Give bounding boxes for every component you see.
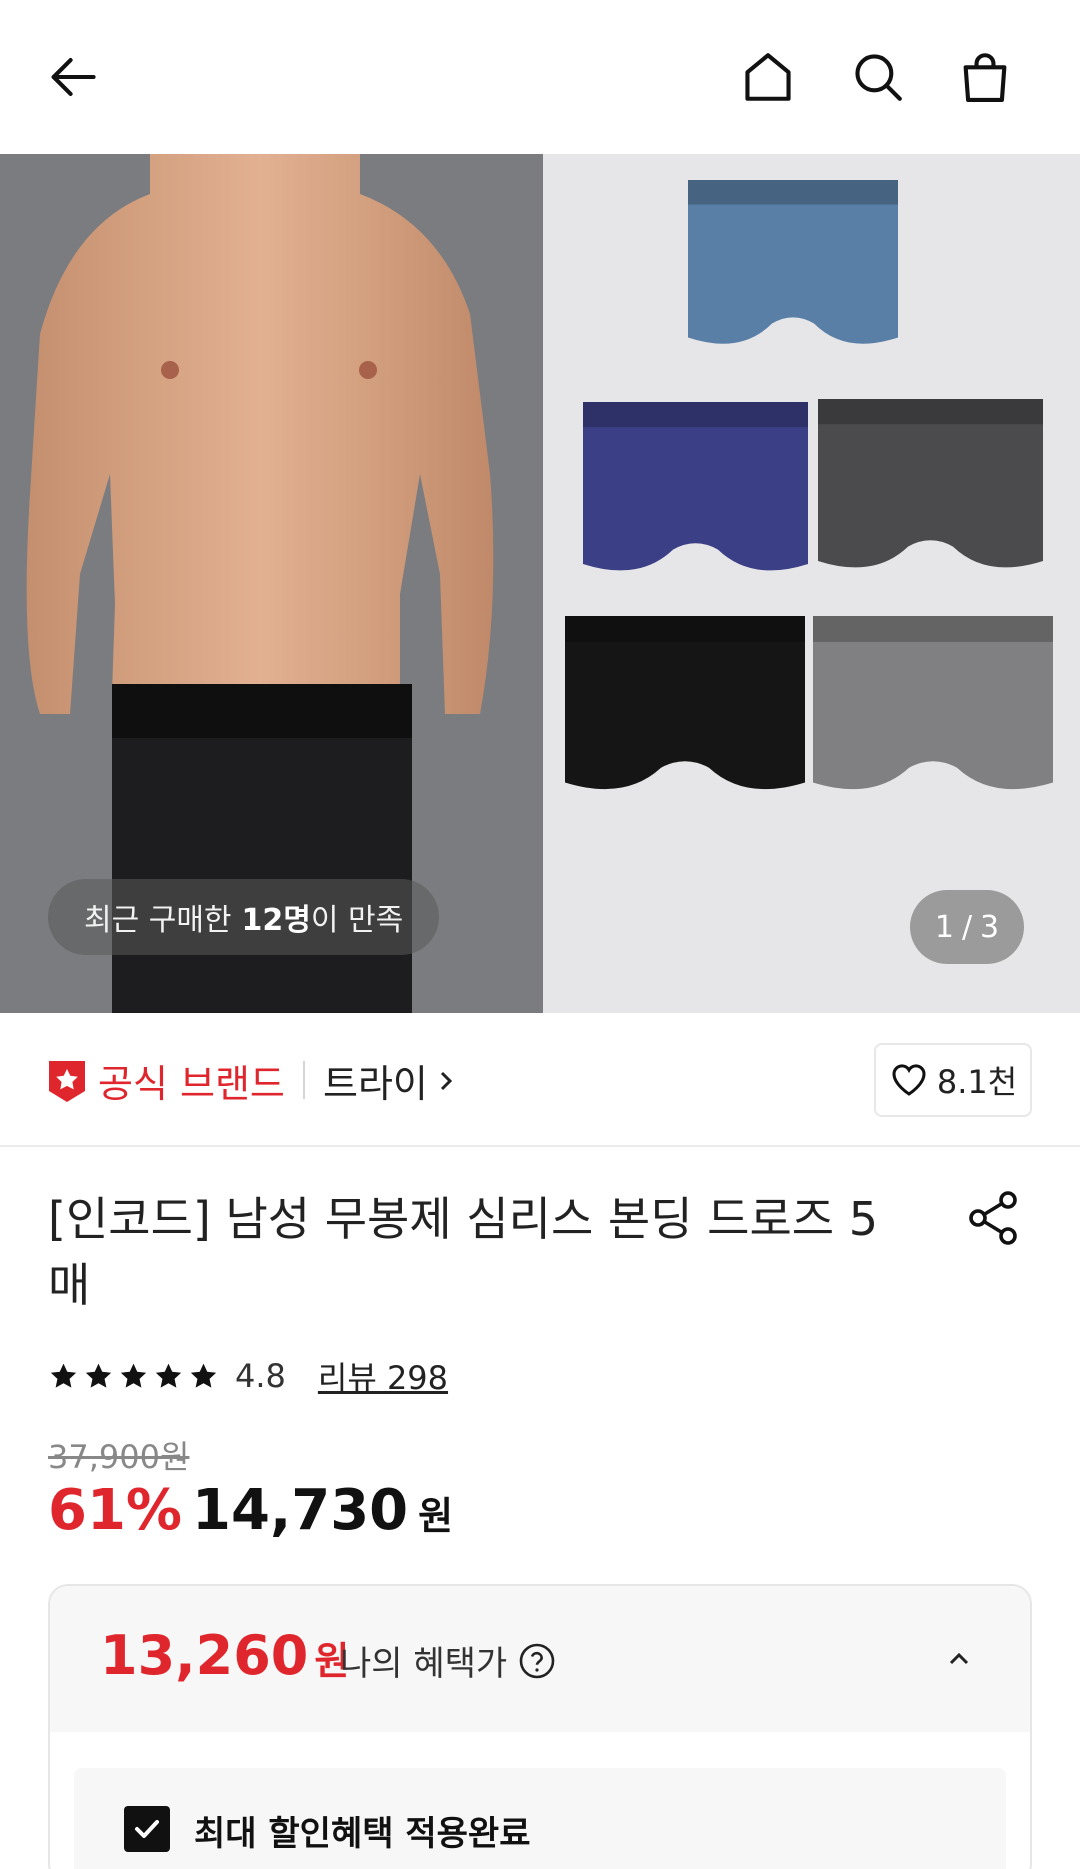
review-link[interactable]: 리뷰 298 [318,1353,448,1399]
like-button[interactable]: 8.1천 [874,1043,1032,1117]
brief-item [565,616,805,790]
benefit-header[interactable]: 13,260 원 나의 혜택가 [50,1586,1030,1732]
chevron-up-icon[interactable] [944,1644,974,1674]
star-icon [50,1363,77,1388]
brand-link[interactable]: 트라이 [323,1053,456,1108]
brief-item [583,402,808,571]
search-button[interactable] [843,42,913,112]
benefit-price: 13,260 원 [100,1624,349,1687]
rating-row: 4.8 리뷰 298 [48,1353,448,1399]
arrow-left-icon [51,58,96,96]
heart-icon [892,1064,926,1096]
cart-button[interactable] [950,42,1020,112]
official-brand-badge: 공식 브랜드 [46,1053,285,1108]
sale-price-unit: 원 [418,1494,454,1538]
satisfaction-badge: 최근 구매한 12명이 만족 [48,879,440,955]
brand-row: 공식 브랜드 트라이 8.1천 [0,1013,1080,1147]
share-icon [969,1191,1017,1245]
shopping-bag-icon [963,53,1007,103]
carousel-pager: 1 / 3 [910,890,1024,964]
star-icon [120,1363,147,1388]
discount-applied-row: 최대 할인혜택 적용완료 [74,1768,1006,1869]
discount-rate: 61% [48,1478,183,1543]
benefit-label: 나의 혜택가 [340,1644,508,1684]
applied-checkbox[interactable] [124,1806,170,1852]
share-button[interactable] [962,1186,1026,1250]
top-bar [0,0,1080,154]
brand-name: 트라이 [323,1062,428,1106]
satisfaction-prefix: 최근 구매한 [84,903,232,938]
brief-item [688,180,898,344]
satisfaction-suffix: 이 만족 [310,903,404,938]
brief-item [818,399,1043,568]
satisfaction-count: 12명 [241,903,311,938]
brief-item [813,616,1053,790]
applied-label: 최대 할인혜택 적용완료 [194,1814,531,1854]
star-icon [85,1363,112,1388]
star-icon [155,1363,182,1388]
benefit-label-group: 나의 혜택가 [340,1636,557,1685]
rating-value: 4.8 [235,1357,286,1395]
official-star-badge-icon [49,1060,85,1102]
product-briefs-illustration [565,180,1053,790]
official-brand-label: 공식 브랜드 [98,1062,285,1106]
like-count: 8.1천 [936,1063,1018,1101]
star-icon [190,1363,217,1388]
product-image-carousel[interactable]: 최근 구매한 12명이 만족 1 / 3 [0,154,1080,1013]
check-icon [135,1820,159,1838]
divider [303,1061,305,1099]
home-button[interactable] [733,42,803,112]
home-icon [745,53,791,101]
color-options-photo [543,154,1080,1013]
rating-stars [48,1361,219,1392]
pager-separator: / [961,909,973,945]
sale-price: 14,730 [192,1478,409,1543]
original-price: 37,900원 [48,1438,190,1476]
search-icon [855,54,902,101]
back-button[interactable] [38,42,108,112]
benefit-price-value: 13,260 [100,1624,309,1687]
benefit-panel: 13,260 원 나의 혜택가 최대 할인혜택 적용완료 [48,1584,1032,1869]
price-row: 61% 14,730 원 [48,1478,453,1543]
pager-total: 3 [980,909,1000,945]
chevron-right-icon [440,1071,453,1090]
product-title: [인코드] 남성 무봉제 심리스 본딩 드로즈 5매 [48,1192,879,1312]
question-circle-icon[interactable] [517,1641,557,1681]
pager-current: 1 [934,909,954,945]
